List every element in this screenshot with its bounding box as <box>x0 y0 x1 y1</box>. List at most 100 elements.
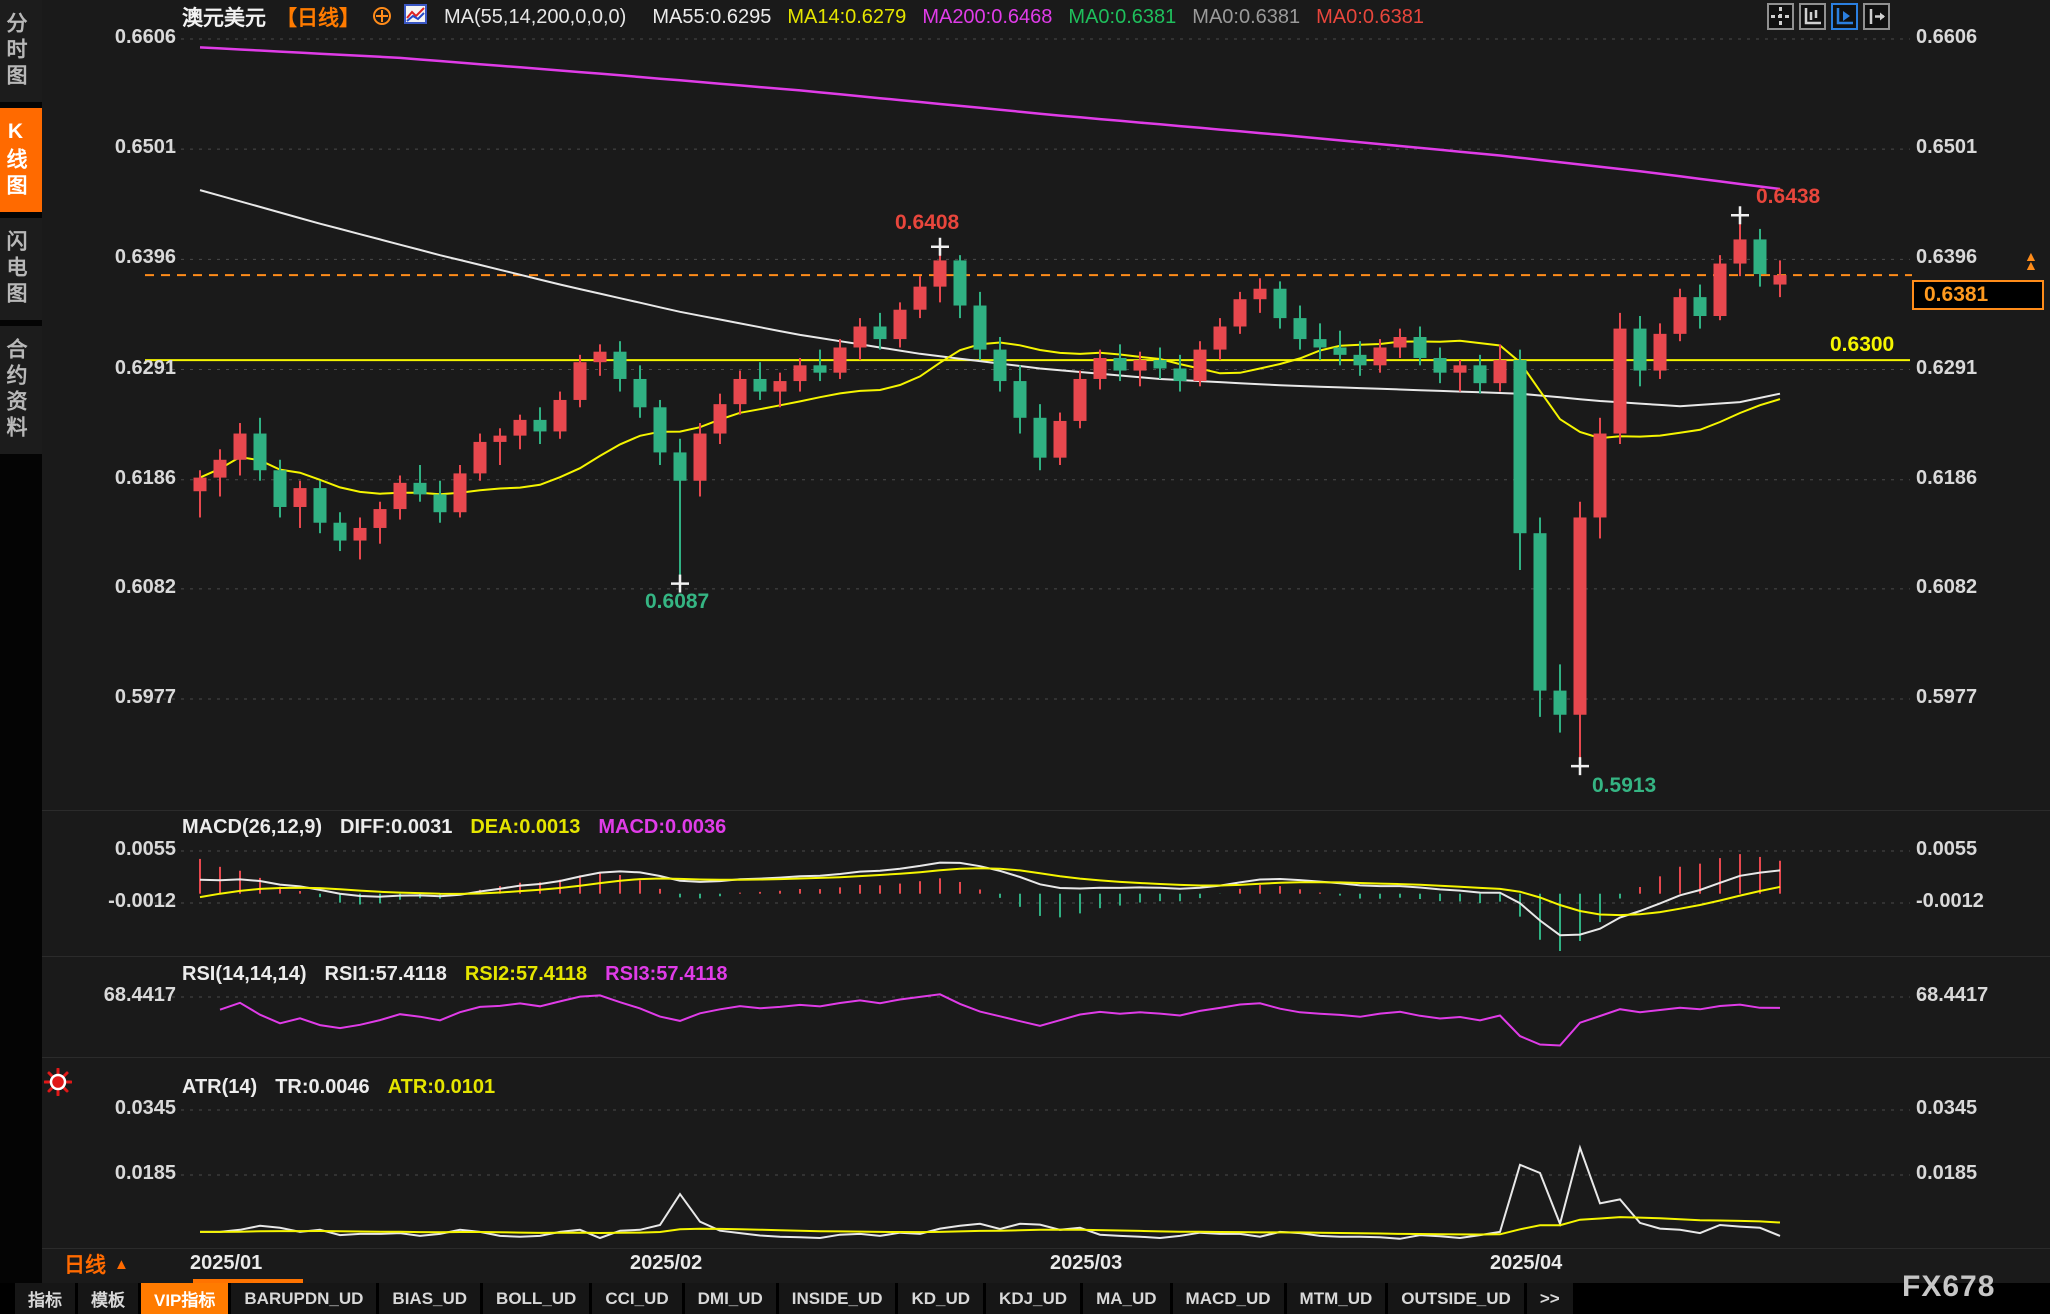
ma-value-label: MA0:0.6381 <box>1068 6 1176 28</box>
sidebar-item-合约资料[interactable]: 合约资料 <box>0 326 42 454</box>
sidebar-item-分时图[interactable]: 分时图 <box>0 0 42 102</box>
chart-canvas[interactable] <box>0 0 2050 1314</box>
shift-bar-icon[interactable] <box>1863 3 1890 30</box>
tab-MA_UD[interactable]: MA_UD <box>1083 1283 1169 1314</box>
tab-CCI_UD[interactable]: CCI_UD <box>592 1283 681 1314</box>
ma-value-label: MA14:0.6279 <box>787 6 906 28</box>
y-axis-label: 0.6082 <box>96 576 176 599</box>
rsi-panel-layer <box>220 994 1780 1045</box>
ma-values: MA55:0.6295 MA14:0.6279 MA200:0.6468 MA0:0.… <box>636 6 1424 29</box>
tab-KD_UD[interactable]: KD_UD <box>898 1283 983 1314</box>
hline-label: 0.6300 <box>1830 333 1894 357</box>
current-price-value: 0.6381 <box>1924 283 1988 307</box>
sidebar-item-闪电图[interactable]: 闪电图 <box>0 218 42 320</box>
y-axis-label: 0.6396 <box>96 246 176 269</box>
tab-BARUPDN_UD[interactable]: BARUPDN_UD <box>231 1283 376 1314</box>
panel-separator <box>42 1248 2050 1249</box>
move-crosshair-icon[interactable] <box>1767 3 1794 30</box>
macd-title-value: DEA:0.0013 <box>470 816 580 839</box>
atr-panel-layer <box>200 1148 1780 1239</box>
atr-title-value: TR:0.0046 <box>275 1076 370 1099</box>
y-axis-label: 0.0055 <box>1916 838 1977 861</box>
macd-title-name: MACD(26,12,9) <box>182 816 322 839</box>
y-axis-label: 68.4417 <box>1916 984 1988 1007</box>
y-axis-label: 0.6501 <box>96 136 176 159</box>
period-tag: 【日线】 <box>276 2 360 32</box>
tab-指标[interactable]: 指标 <box>15 1283 75 1314</box>
tab-VIP指标[interactable]: VIP指标 <box>141 1283 228 1314</box>
sidebar-item-K线图[interactable]: K线图 <box>0 108 42 212</box>
y-axis-label: 0.0345 <box>1916 1097 1977 1120</box>
y-axis-label: 0.0055 <box>96 838 176 861</box>
tab-KDJ_UD[interactable]: KDJ_UD <box>986 1283 1080 1314</box>
x-axis-label: 2025/01 <box>190 1252 262 1275</box>
ma-settings-label: MA(55,14,200,0,0,0) <box>444 6 626 29</box>
tab-INSIDE_UD[interactable]: INSIDE_UD <box>779 1283 896 1314</box>
atr-title-value: ATR:0.0101 <box>388 1076 495 1099</box>
ma-value-label: MA55:0.6295 <box>652 6 771 28</box>
chart-play-icon[interactable] <box>1831 3 1858 30</box>
y-axis-label: 0.6291 <box>96 357 176 380</box>
chart-header: 澳元美元 【日线】 MA(55,14,200,0,0,0) MA55:0.629… <box>42 0 2050 34</box>
triangle-up-icon: ▲ <box>114 1256 129 1273</box>
indicator-tabbar: 指标模板VIP指标BARUPDN_UDBIAS_UDBOLL_UDCCI_UDD… <box>0 1283 2050 1314</box>
tab-MTM_UD[interactable]: MTM_UD <box>1287 1283 1386 1314</box>
y-axis-label: 0.0185 <box>96 1162 176 1185</box>
y-axis-label: -0.0012 <box>96 890 176 913</box>
tab-MACD_UD[interactable]: MACD_UD <box>1173 1283 1284 1314</box>
price-annotation: 0.5913 <box>1592 774 1656 798</box>
y-axis-label: 0.5977 <box>96 686 176 709</box>
tab->>[interactable]: >> <box>1527 1283 1573 1314</box>
y-axis-label: 0.6396 <box>1916 246 1977 269</box>
y-axis-label: 0.6606 <box>1916 26 1977 49</box>
x-axis-label: 2025/02 <box>630 1252 702 1275</box>
candles-layer <box>194 215 1787 766</box>
price-annotation: 0.6438 <box>1756 185 1820 209</box>
live-indicator-icon <box>44 1068 72 1101</box>
panel-separator <box>42 810 2050 811</box>
symbol-title: 澳元美元 <box>182 2 266 32</box>
left-sidebar: 分时图 K线图闪电图合约资料 <box>0 0 42 1314</box>
price-up-arrows-icon: ▲▲ <box>2024 252 2038 270</box>
rsi-title-value: RSI2:57.4118 <box>465 963 587 986</box>
y-axis-label: 0.6291 <box>1916 357 1977 380</box>
tab-BOLL_UD[interactable]: BOLL_UD <box>483 1283 589 1314</box>
period-label: 日线 <box>64 1249 106 1279</box>
price-annotation: 0.6408 <box>895 211 959 235</box>
gridlines-layer <box>145 39 1910 1175</box>
chart-toolbar <box>1767 3 1890 30</box>
tab-OUTSIDE_UD[interactable]: OUTSIDE_UD <box>1388 1283 1524 1314</box>
trading-app: 分时图 K线图闪电图合约资料 澳元美元 【日线】 MA(55,14,200,0,0… <box>0 0 2050 1314</box>
rsi-title-value: RSI1:57.4118 <box>325 963 447 986</box>
atr-title-name: ATR(14) <box>182 1076 257 1099</box>
ma-value-label: MA0:0.6381 <box>1192 6 1300 28</box>
macd-title-value: DIFF:0.0031 <box>340 816 452 839</box>
tab-DMI_UD[interactable]: DMI_UD <box>685 1283 776 1314</box>
macd-title-value: MACD:0.0036 <box>598 816 726 839</box>
moving-averages-layer <box>200 47 1780 494</box>
watermark: FX678 <box>1902 1270 1995 1304</box>
ma-value-label: MA200:0.6468 <box>922 6 1052 28</box>
rsi-title-name: RSI(14,14,14) <box>182 963 307 986</box>
y-axis-label: 0.6501 <box>1916 136 1977 159</box>
panel-separator <box>42 956 2050 957</box>
rsi-title: RSI(14,14,14)RSI1:57.4118RSI2:57.4118RSI… <box>182 963 728 986</box>
panel-separator <box>42 1057 2050 1058</box>
title-row: 澳元美元 【日线】 MA(55,14,200,0,0,0) MA55:0.629… <box>182 2 1424 32</box>
mini-chart-icon[interactable] <box>404 4 428 30</box>
tab-模板[interactable]: 模板 <box>78 1283 138 1314</box>
y-axis-label: 0.6606 <box>96 26 176 49</box>
macd-title: MACD(26,12,9) DIFF:0.0031 DEA:0.0013 MACD:0… <box>182 816 726 839</box>
y-axis-label: 0.5977 <box>1916 686 1977 709</box>
crosshair-circle-icon[interactable] <box>370 3 394 32</box>
x-axis-label: 2025/03 <box>1050 1252 1122 1275</box>
y-axis-label: 0.0185 <box>1916 1162 1977 1185</box>
markers-layer <box>671 206 1749 775</box>
tab-BIAS_UD[interactable]: BIAS_UD <box>379 1283 480 1314</box>
atr-title: ATR(14) TR:0.0046 ATR:0.0101 <box>182 1076 495 1099</box>
x-axis-label: 2025/04 <box>1490 1252 1562 1275</box>
y-axis-label: 0.6082 <box>1916 576 1977 599</box>
period-selector[interactable]: 日线 ▲ <box>64 1249 129 1279</box>
y-axis-label: 0.0345 <box>96 1097 176 1120</box>
chart-axes-icon[interactable] <box>1799 3 1826 30</box>
